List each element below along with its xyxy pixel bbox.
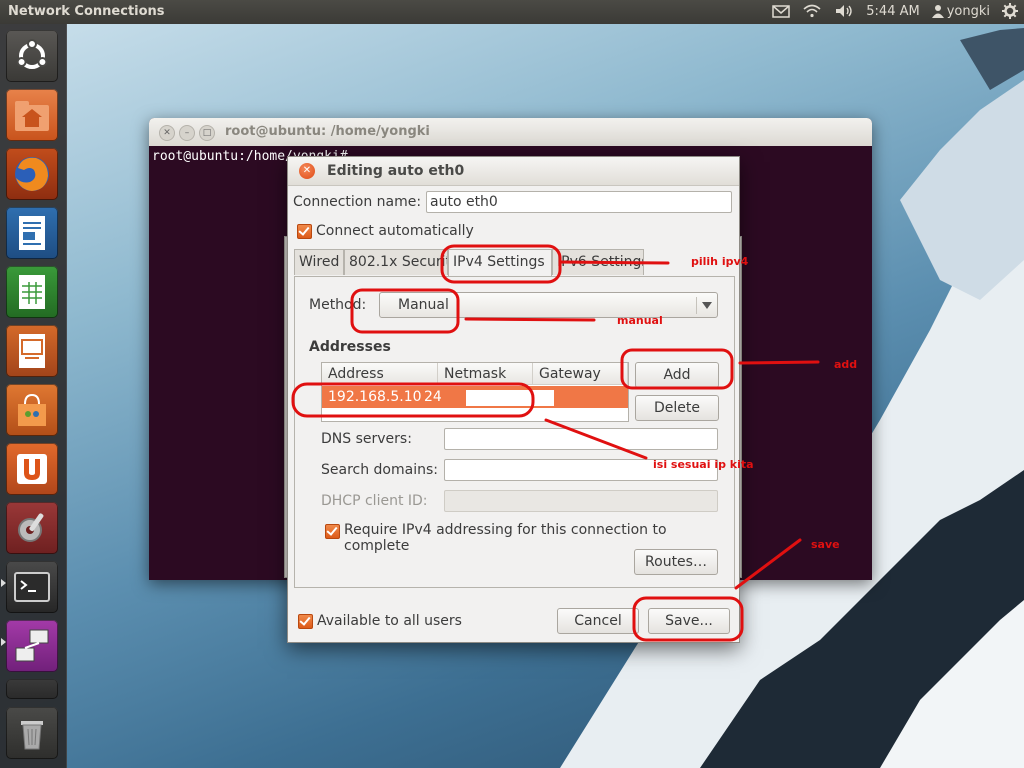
clock[interactable]: 5:44 AM	[866, 4, 919, 19]
launcher-firefox[interactable]	[6, 148, 58, 200]
dns-servers-label: DNS servers:	[321, 431, 412, 447]
launcher-dash[interactable]	[6, 30, 58, 82]
wifi-icon[interactable]	[802, 4, 822, 18]
method-label: Method:	[309, 297, 367, 313]
connect-automatically-checkbox[interactable]	[297, 224, 312, 239]
ubuntu-logo-icon	[16, 39, 48, 69]
close-icon[interactable]: ✕	[299, 163, 315, 179]
terminal-titlebar[interactable]: ✕ – □ root@ubuntu: /home/yongki	[149, 118, 872, 146]
available-to-all-users-label: Available to all users	[317, 613, 462, 629]
panel-app-title: Network Connections	[8, 4, 165, 19]
ipv4-settings-pane: Method: Manual Addresses Address Netmask…	[294, 276, 735, 588]
delete-button[interactable]: Delete	[635, 395, 719, 421]
tab-ipv6-settings[interactable]: IPv6 Settings	[552, 249, 644, 275]
connect-automatically-label: Connect automatically	[316, 223, 474, 239]
launcher-network-connections[interactable]	[6, 620, 58, 672]
trash-icon	[21, 721, 43, 750]
search-domains-label: Search domains:	[321, 462, 438, 478]
close-icon[interactable]: ✕	[159, 125, 175, 141]
launcher-workspace-switcher[interactable]	[6, 679, 58, 699]
launcher	[0, 24, 67, 768]
power-gear-icon[interactable]	[1002, 3, 1018, 19]
terminal-icon	[14, 572, 50, 602]
save-button[interactable]: Save...	[648, 608, 730, 634]
method-dropdown[interactable]: Manual	[379, 292, 718, 318]
terminal-title: root@ubuntu: /home/yongki	[225, 124, 430, 139]
writer-document-icon	[19, 216, 45, 250]
shopping-bag-icon	[18, 393, 46, 426]
launcher-system-settings[interactable]	[6, 502, 58, 554]
launcher-home-folder[interactable]	[6, 89, 58, 141]
annotation-manual: manual	[617, 314, 663, 327]
user-name: yongki	[946, 3, 990, 19]
dialog-titlebar[interactable]: ✕ Editing auto eth0	[288, 157, 739, 186]
dhcp-client-id-input	[444, 490, 718, 512]
launcher-calc[interactable]	[6, 266, 58, 318]
network-computers-icon	[15, 629, 49, 662]
maximize-icon[interactable]: □	[199, 125, 215, 141]
launcher-terminal[interactable]	[6, 561, 58, 613]
column-netmask[interactable]: Netmask	[438, 363, 533, 385]
mail-icon[interactable]	[772, 4, 791, 18]
column-gateway[interactable]: Gateway	[533, 363, 628, 385]
active-indicator	[1, 638, 6, 646]
cancel-button[interactable]: Cancel	[557, 608, 639, 634]
column-address[interactable]: Address	[322, 363, 438, 385]
redacted-area	[466, 390, 554, 406]
addresses-table[interactable]: Address Netmask Gateway 192.168.5.10 24	[321, 362, 629, 422]
ubuntu-one-icon	[17, 454, 47, 484]
row-netmask[interactable]: 24	[424, 386, 442, 408]
connection-name-input[interactable]: auto eth0	[426, 191, 732, 213]
launcher-trash[interactable]	[6, 707, 58, 759]
dns-servers-input[interactable]	[444, 428, 718, 450]
available-to-all-users-checkbox[interactable]	[298, 614, 313, 629]
editing-connection-dialog[interactable]: ✕ Editing auto eth0 Connection name: aut…	[287, 156, 740, 643]
launcher-ubuntu-one[interactable]	[6, 443, 58, 495]
minimize-icon[interactable]: –	[179, 125, 195, 141]
method-value: Manual	[398, 297, 449, 313]
tab-wired[interactable]: Wired	[294, 249, 344, 275]
running-indicator	[1, 579, 6, 587]
annotation-pilih-ipv4: pilih ipv4	[691, 255, 749, 268]
tab-8021x-security[interactable]: 802.1x Security	[344, 249, 448, 275]
home-folder-icon	[15, 101, 49, 131]
user-icon	[931, 5, 944, 18]
impress-presentation-icon	[19, 334, 45, 368]
system-tray: 5:44 AM yongki	[772, 3, 1018, 19]
firefox-icon	[15, 157, 49, 191]
add-button[interactable]: Add	[635, 362, 719, 388]
launcher-writer[interactable]	[6, 207, 58, 259]
addresses-heading: Addresses	[309, 339, 391, 355]
calc-spreadsheet-icon	[19, 275, 45, 309]
connection-name-label: Connection name:	[293, 194, 422, 210]
volume-icon[interactable]	[834, 4, 854, 18]
dropdown-separator	[696, 297, 697, 314]
annotation-isi-ip: isi sesuai ip kita	[653, 458, 754, 471]
routes-button[interactable]: Routes…	[634, 549, 718, 575]
dialog-title: Editing auto eth0	[327, 163, 465, 179]
require-ipv4-checkbox[interactable]	[325, 524, 340, 539]
row-address[interactable]: 192.168.5.10	[328, 386, 422, 408]
settings-wrench-icon	[18, 513, 44, 542]
annotation-save: save	[811, 538, 840, 551]
tab-ipv4-settings[interactable]: IPv4 Settings	[448, 249, 552, 277]
chevron-down-icon	[702, 302, 712, 309]
annotation-add: add	[834, 358, 858, 371]
launcher-impress[interactable]	[6, 325, 58, 377]
user-menu[interactable]: yongki	[931, 3, 990, 19]
launcher-software-center[interactable]	[6, 384, 58, 436]
top-panel: Network Connections 5:44 AM yongki	[0, 0, 1024, 24]
dhcp-client-id-label: DHCP client ID:	[321, 493, 428, 509]
